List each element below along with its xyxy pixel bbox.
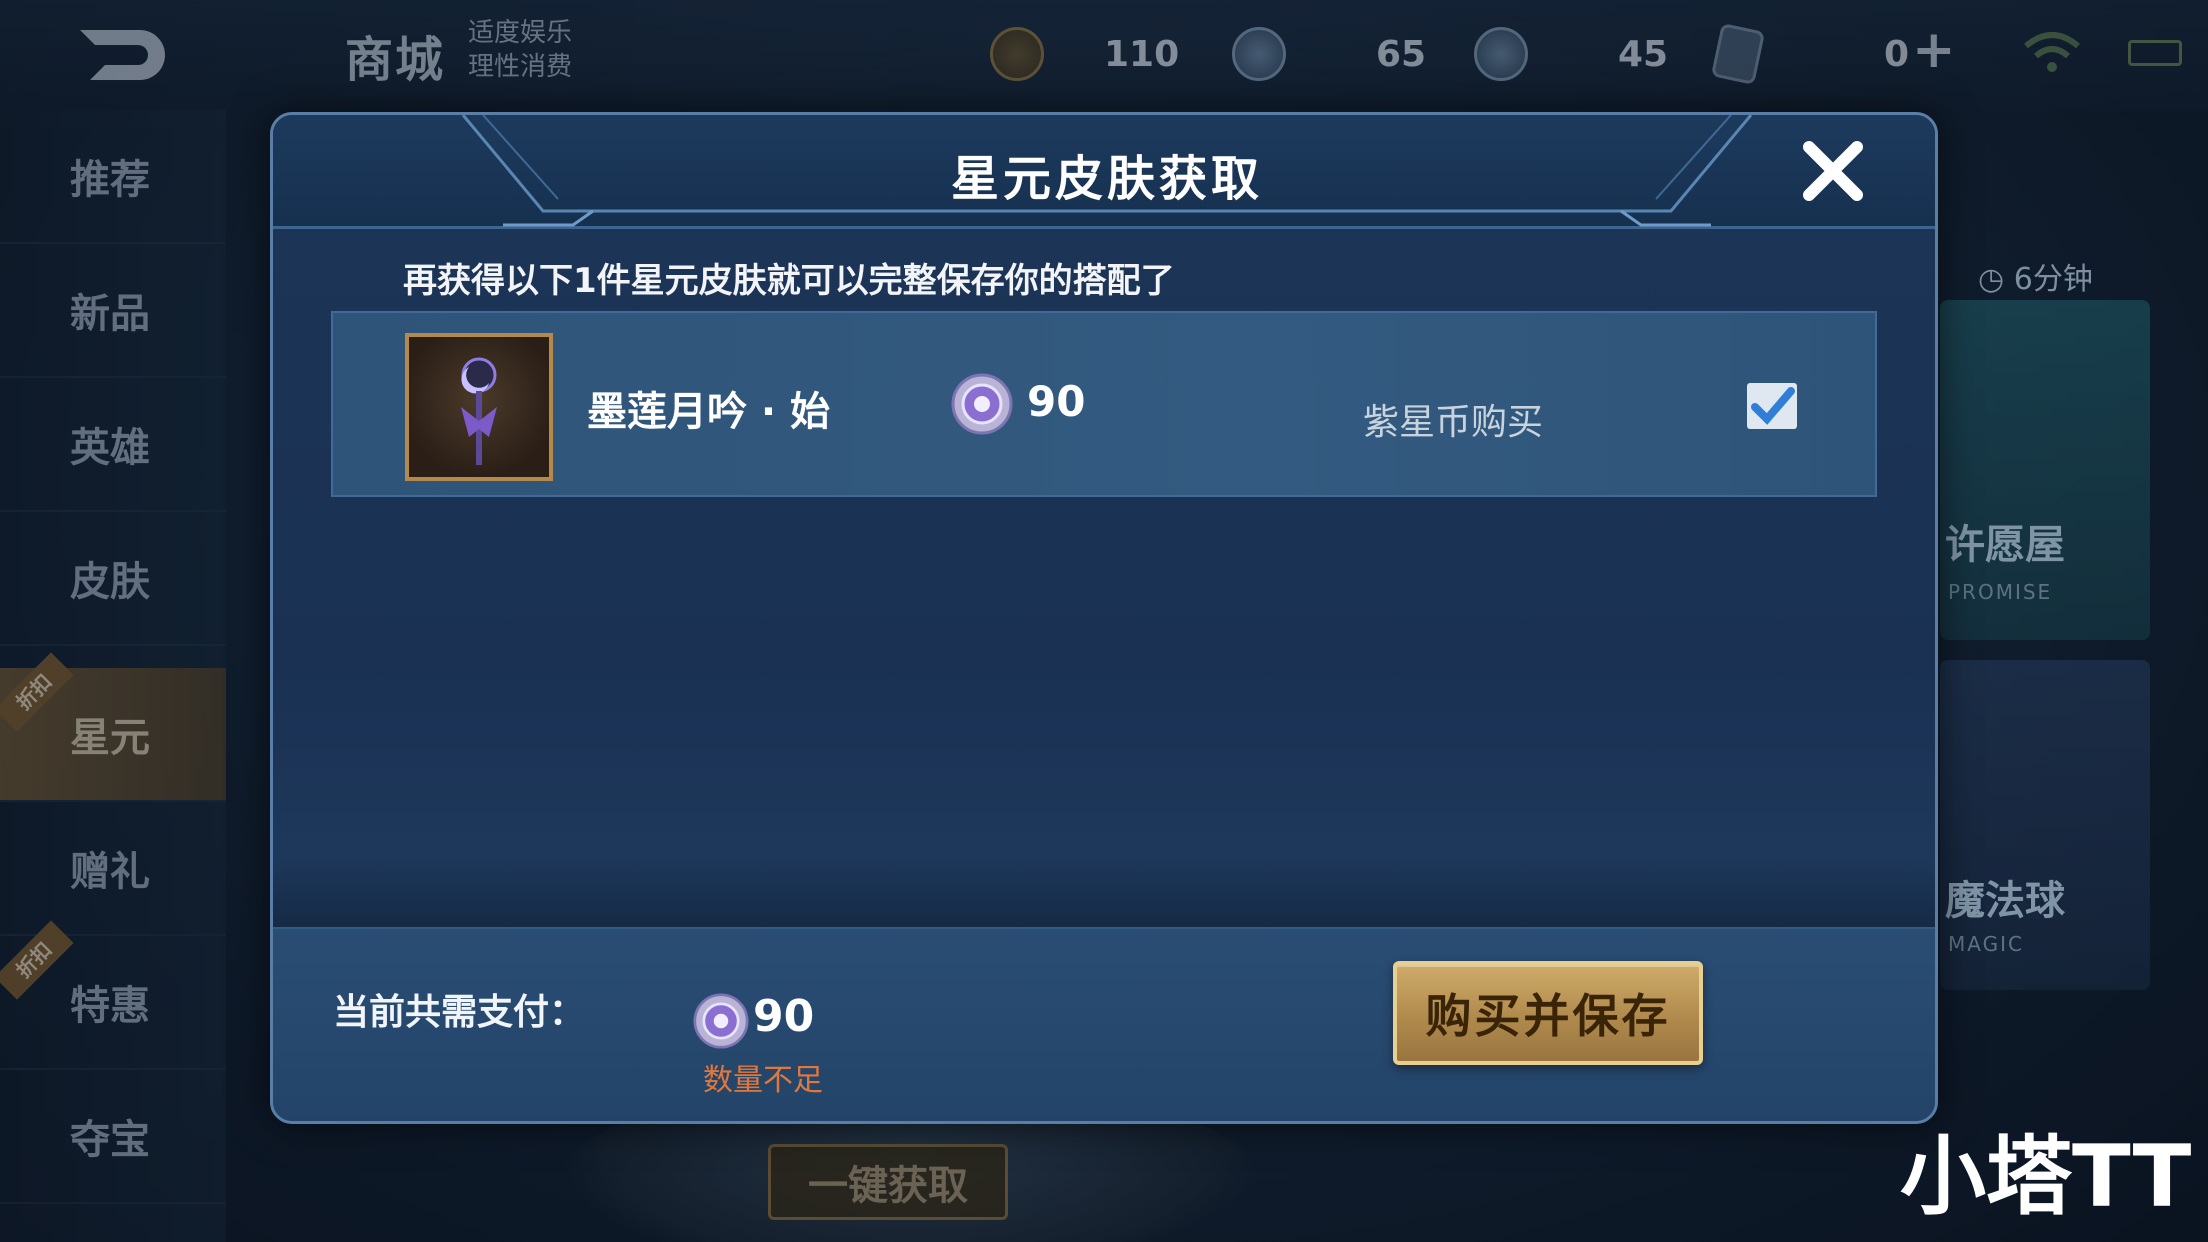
coupon-icon: [990, 27, 1044, 81]
currency-card: 0: [1710, 23, 1910, 85]
sidebar-item-recommend[interactable]: 推荐: [0, 110, 226, 244]
timer-text: 6分钟: [2013, 262, 2093, 297]
sidebar-item-label: 推荐: [70, 157, 150, 203]
buy-and-save-button[interactable]: 购买并保存: [1393, 961, 1703, 1065]
shop-subtitle: 适度娱乐 理性消费: [468, 16, 572, 84]
sidebar-item-skins[interactable]: 皮肤: [0, 512, 226, 646]
screen: 商城 适度娱乐 理性消费 110 65 45 0 + 推荐 新品 英雄 皮肤 折…: [0, 0, 2208, 1242]
total-amount: 90: [753, 991, 815, 1042]
wish-house-sub: PROMISE: [1948, 580, 2053, 604]
dialog-title: 星元皮肤获取: [950, 151, 1263, 207]
sidebar-item-label: 新品: [70, 291, 150, 337]
card-icon: [1710, 23, 1766, 85]
checkmark-icon: [1751, 387, 1795, 425]
diamond-coin-icon: [1232, 27, 1286, 81]
shop-title: 商城: [345, 32, 446, 88]
pay-method: 紫星币购买: [1363, 402, 1544, 443]
purple-star-coin-icon: [693, 993, 749, 1049]
sidebar-item-label: 特惠: [70, 983, 150, 1029]
currency-coupon: 110: [990, 26, 1179, 82]
sidebar-item-label: 赠礼: [70, 849, 150, 895]
footer-shadow: [273, 855, 1935, 929]
sidebar-item-label: 星元: [70, 715, 150, 761]
watermark: 小塔TT: [1900, 1127, 2192, 1227]
wish-house-label: 许愿屋: [1945, 522, 2065, 568]
skin-acquire-dialog: 星元皮肤获取 再获得以下1件星元皮肤就可以完整保存你的搭配了 墨莲月吟 · 始: [270, 112, 1938, 1124]
magic-ball-label: 魔法球: [1945, 878, 2065, 924]
back-arrow-icon[interactable]: [70, 20, 180, 90]
close-icon[interactable]: [1799, 137, 1867, 205]
sidebar-item-gifts[interactable]: 赠礼: [0, 802, 226, 936]
total-label: 当前共需支付：: [333, 992, 586, 1033]
sidebar-item-new[interactable]: 新品: [0, 244, 226, 378]
clock-icon: ◷: [1978, 262, 2005, 297]
dialog-subtitle: 再获得以下1件星元皮肤就可以完整保存你的搭配了: [403, 261, 1175, 301]
sidebar-item-xingyuan[interactable]: 折扣 星元: [0, 652, 226, 802]
wifi-icon: [2024, 32, 2080, 72]
purple-star-coin-icon: [951, 373, 1013, 435]
currency-star: 45: [1474, 26, 1668, 82]
sidebar-item-deals[interactable]: 折扣 特惠: [0, 920, 226, 1070]
coupon-count: 110: [1104, 33, 1180, 75]
sidebar-item-label: 英雄: [70, 425, 150, 471]
skin-thumbnail: [405, 333, 553, 481]
sidebar: 推荐 新品 英雄 皮肤 折扣 星元 赠礼 折扣 特惠 夺宝: [0, 110, 226, 1242]
card-count: 0: [1884, 33, 1910, 75]
top-bar: 商城 适度娱乐 理性消费 110 65 45 0 +: [0, 0, 2208, 110]
sidebar-item-treasure[interactable]: 夺宝: [0, 1070, 226, 1204]
skin-price: 90: [1027, 377, 1086, 426]
skin-item-row[interactable]: 墨莲月吟 · 始 90 紫星币购买: [331, 311, 1877, 497]
star-coin-icon: [1474, 27, 1528, 81]
shop-sub-line2: 理性消费: [468, 52, 573, 82]
insufficient-warning: 数量不足: [703, 1063, 823, 1098]
discount-tag: 折扣: [0, 652, 74, 732]
sidebar-item-label: 皮肤: [70, 559, 150, 605]
diamond-count: 65: [1376, 33, 1427, 75]
dialog-header: 星元皮肤获取: [273, 115, 1935, 229]
magic-ball-sub: MAGIC: [1948, 932, 2024, 956]
select-checkbox[interactable]: [1747, 383, 1797, 429]
star-count: 45: [1618, 33, 1669, 75]
add-currency-button[interactable]: +: [1912, 24, 1960, 76]
battery-icon: [2128, 40, 2182, 66]
sidebar-item-label: 夺宝: [70, 1117, 150, 1163]
timer: ◷ 6分钟: [1978, 254, 2093, 298]
staff-icon: [461, 357, 497, 465]
shop-sub-line1: 适度娱乐: [468, 18, 573, 48]
one-click-get-button[interactable]: 一键获取: [768, 1144, 1008, 1220]
currency-diamond: 65: [1232, 26, 1426, 82]
skin-name: 墨莲月吟 · 始: [587, 389, 831, 435]
sidebar-item-heroes[interactable]: 英雄: [0, 378, 226, 512]
